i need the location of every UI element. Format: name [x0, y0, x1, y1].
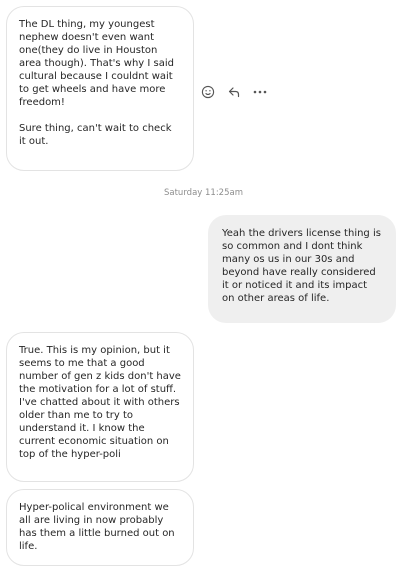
- reply-arrow-icon[interactable]: [226, 84, 242, 100]
- incoming-message-bubble[interactable]: True. This is my opinion, but it seems t…: [6, 332, 194, 482]
- outgoing-message-bubble[interactable]: Yeah the drivers license thing is so com…: [208, 215, 396, 323]
- message-timestamp: Saturday 11:25am: [164, 188, 243, 198]
- incoming-message-bubble[interactable]: The DL thing, my youngest nephew doesn't…: [6, 6, 194, 171]
- incoming-message-bubble[interactable]: Hyper-polical environment we all are liv…: [6, 489, 194, 566]
- more-dots-icon[interactable]: [252, 84, 268, 100]
- message-hover-actions: [200, 84, 268, 100]
- emoji-icon[interactable]: [200, 84, 216, 100]
